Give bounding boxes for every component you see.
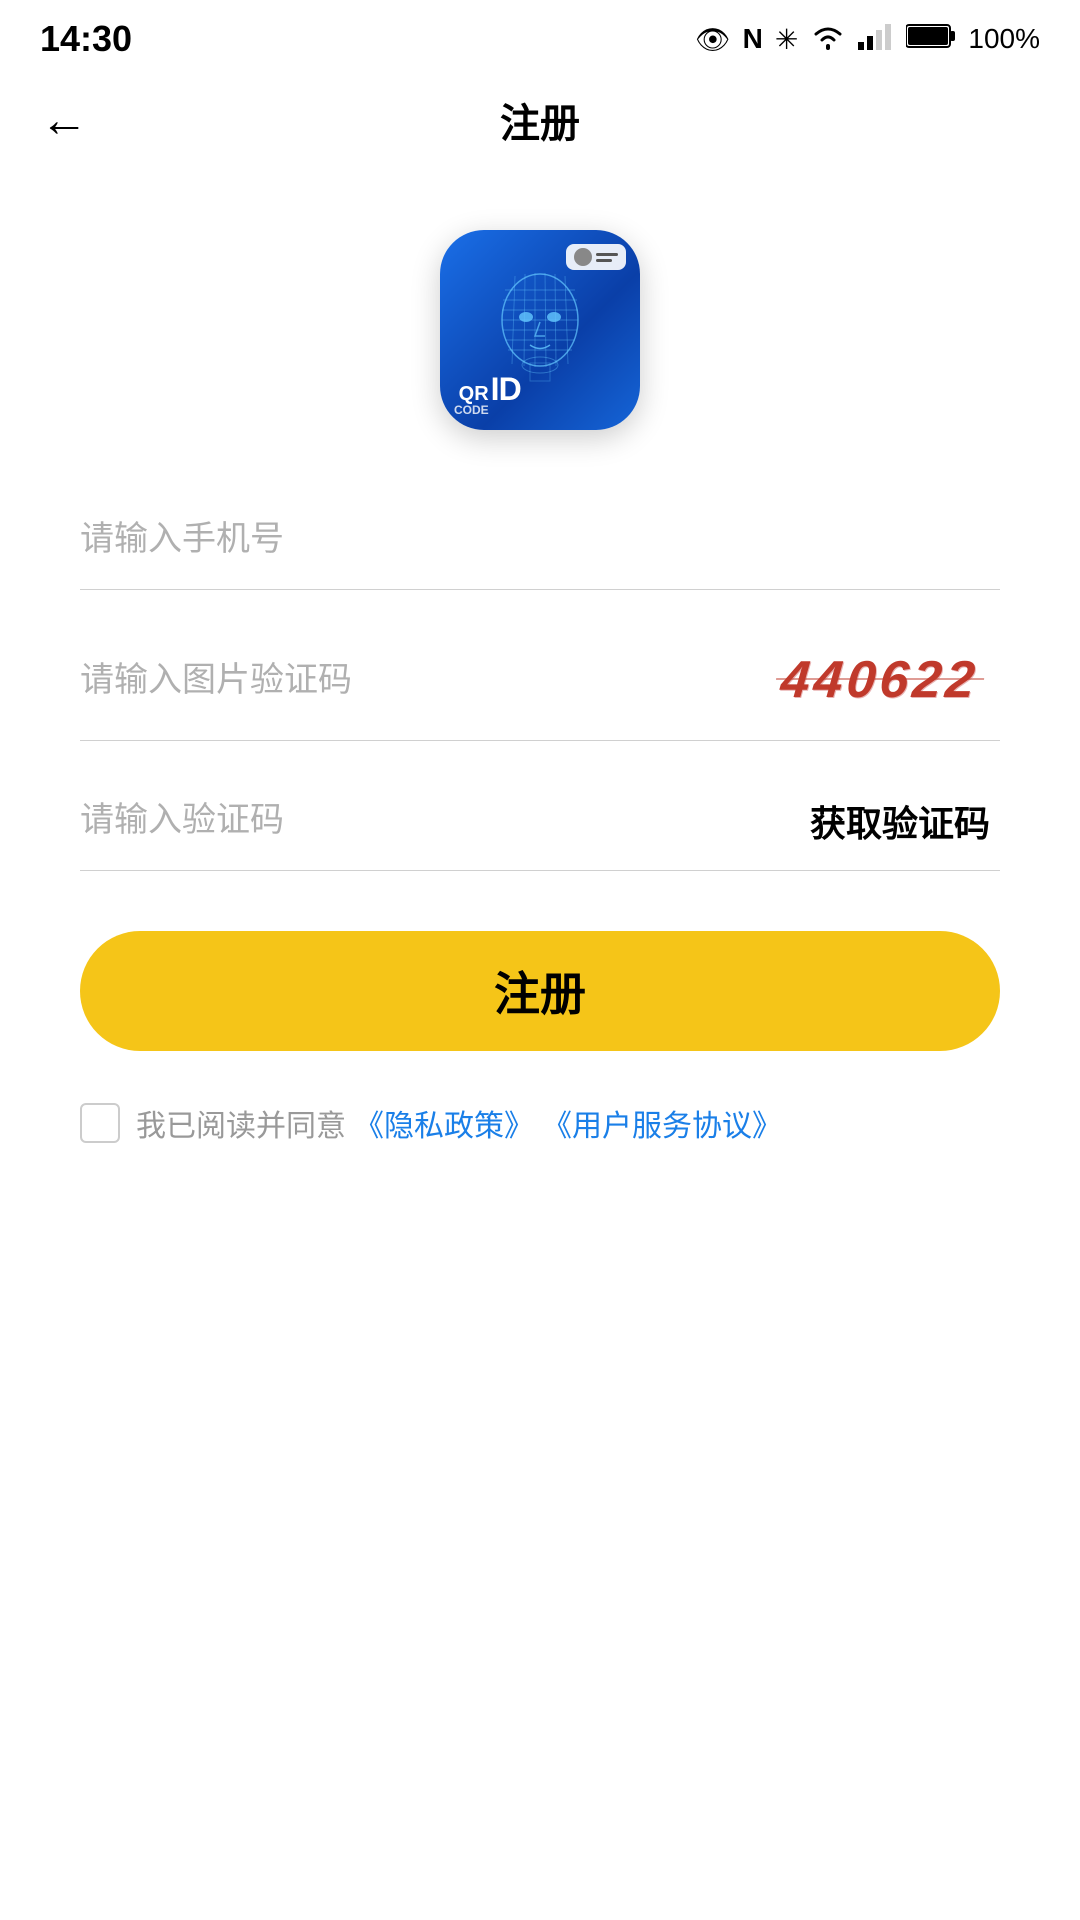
app-icon-area: QR CODE ID (0, 230, 1080, 430)
service-agreement-link[interactable]: 《用户服务协议》 (542, 1101, 782, 1145)
agreement-row: 我已阅读并同意 《隐私政策》 《用户服务协议》 (80, 1091, 1000, 1155)
battery-percentage: 100% (968, 23, 1040, 55)
captcha-image[interactable]: 440622 (760, 640, 1000, 720)
battery-icon (906, 23, 956, 56)
bluetooth-icon: ✳ (775, 23, 798, 56)
get-code-button[interactable]: 获取验证码 (800, 795, 1000, 847)
app-icon-badge (566, 244, 626, 270)
app-icon-label: QR CODE ID (454, 373, 521, 416)
nav-bar: ← 注册 (0, 70, 1080, 170)
privacy-policy-link[interactable]: 《隐私政策》 (354, 1101, 534, 1145)
status-time: 14:30 (40, 18, 132, 60)
wifi-icon (810, 22, 846, 57)
badge-avatar (574, 248, 592, 266)
app-icon: QR CODE ID (440, 230, 640, 430)
nfc-icon: N (743, 23, 763, 55)
verify-field-row: 获取验证码 (80, 791, 1000, 871)
status-icons: 👁 N ✳ (695, 22, 1040, 57)
captcha-value: 440622 (779, 650, 982, 710)
form-container: 440622 获取验证码 注册 我已阅读并同意 《隐私政策》 《用户服务协议》 (0, 510, 1080, 1155)
agreement-checkbox[interactable] (80, 1103, 120, 1143)
eye-icon: 👁 (695, 23, 731, 56)
signal-icon (858, 22, 894, 57)
register-button[interactable]: 注册 (80, 931, 1000, 1051)
badge-lines (596, 253, 618, 262)
status-bar: 14:30 👁 N ✳ (0, 0, 1080, 70)
phone-input[interactable] (80, 510, 1000, 569)
verify-code-input[interactable] (80, 791, 800, 850)
captcha-input[interactable] (80, 651, 740, 710)
agreement-prefix: 我已阅读并同意 (136, 1101, 346, 1145)
page-title: 注册 (500, 91, 580, 149)
code-label: CODE (454, 404, 489, 416)
agreement-text: 我已阅读并同意 《隐私政策》 《用户服务协议》 (136, 1101, 782, 1145)
captcha-field-row: 440622 (80, 640, 1000, 741)
id-label: ID (491, 373, 521, 405)
phone-field (80, 510, 1000, 590)
back-button[interactable]: ← (40, 93, 88, 148)
qr-label: QR (459, 384, 489, 404)
